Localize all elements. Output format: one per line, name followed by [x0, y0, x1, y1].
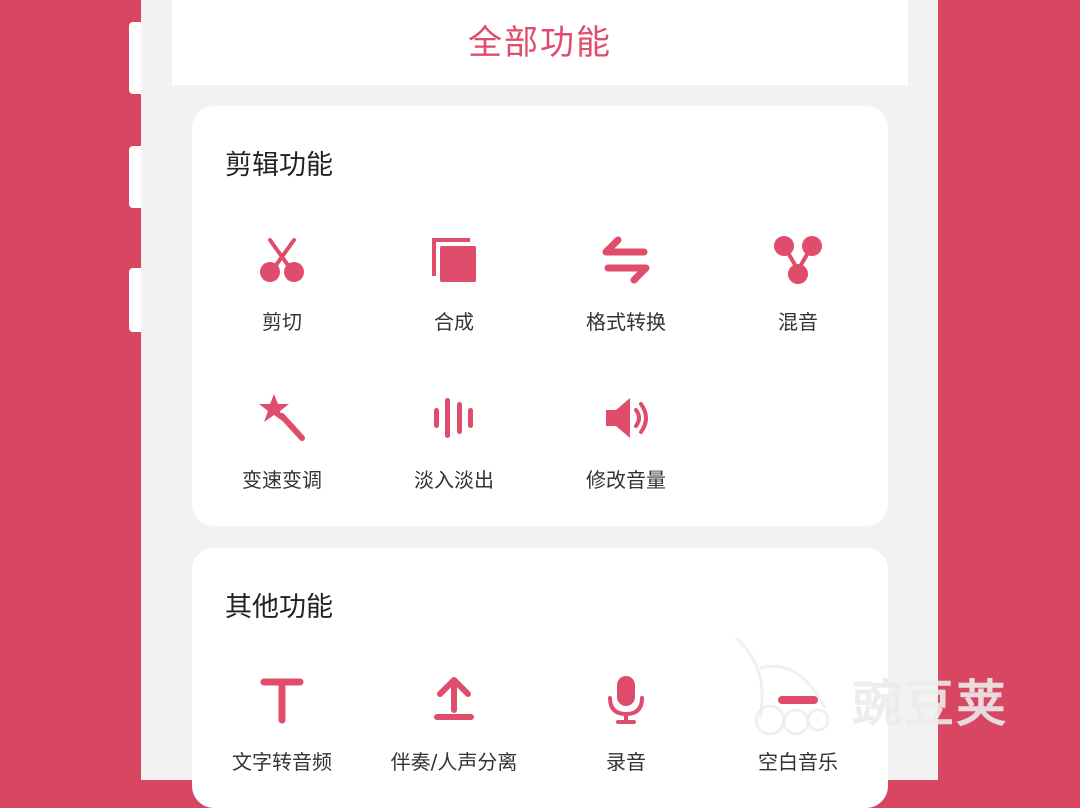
vocal-separation-label: 伴奏/人声分离: [390, 750, 518, 774]
merge-icon: [426, 232, 482, 288]
fade-label: 淡入淡出: [414, 468, 494, 492]
blank-music-button[interactable]: 空白音乐: [712, 672, 884, 792]
text-to-audio-label: 文字转音频: [232, 750, 332, 774]
cut-label: 剪切: [262, 310, 302, 334]
text-to-audio-button[interactable]: 文字转音频: [196, 672, 368, 792]
scissors-icon: [254, 232, 310, 288]
convert-icon: [598, 232, 654, 288]
mix-label: 混音: [778, 310, 818, 334]
magic-wand-icon: [254, 390, 310, 446]
text-icon: [254, 672, 310, 728]
page-header: 全部功能: [172, 0, 908, 85]
merge-label: 合成: [434, 310, 474, 334]
phone-side-button-1: [129, 22, 141, 94]
phone-side-button-3: [129, 268, 141, 332]
microphone-icon: [598, 672, 654, 728]
fade-button[interactable]: 淡入淡出: [368, 390, 540, 510]
record-label: 录音: [606, 750, 646, 774]
upload-icon: [426, 672, 482, 728]
page-title: 全部功能: [468, 23, 612, 63]
edit-section-title: 剪辑功能: [225, 150, 333, 181]
edit-functions-card: 剪辑功能 剪切 合成 格式转换 混音 变速变调 淡入淡出 修改音量: [192, 106, 888, 526]
vocal-separation-button[interactable]: 伴奏/人声分离: [368, 672, 540, 792]
merge-button[interactable]: 合成: [368, 232, 540, 352]
mix-button[interactable]: 混音: [712, 232, 884, 352]
other-functions-card: 其他功能 文字转音频 伴奏/人声分离 录音 空白音乐: [192, 548, 888, 808]
format-convert-label: 格式转换: [586, 310, 666, 334]
volume-icon: [598, 390, 654, 446]
speed-pitch-label: 变速变调: [242, 468, 322, 492]
other-section-title: 其他功能: [225, 592, 333, 623]
waveform-icon: [426, 390, 482, 446]
format-convert-button[interactable]: 格式转换: [540, 232, 712, 352]
blank-music-label: 空白音乐: [758, 750, 838, 774]
volume-label: 修改音量: [586, 468, 666, 492]
mix-icon: [770, 232, 826, 288]
speed-pitch-button[interactable]: 变速变调: [196, 390, 368, 510]
record-button[interactable]: 录音: [540, 672, 712, 792]
phone-side-button-2: [129, 146, 141, 208]
blank-music-icon: [770, 672, 826, 728]
volume-button[interactable]: 修改音量: [540, 390, 712, 510]
cut-button[interactable]: 剪切: [196, 232, 368, 352]
